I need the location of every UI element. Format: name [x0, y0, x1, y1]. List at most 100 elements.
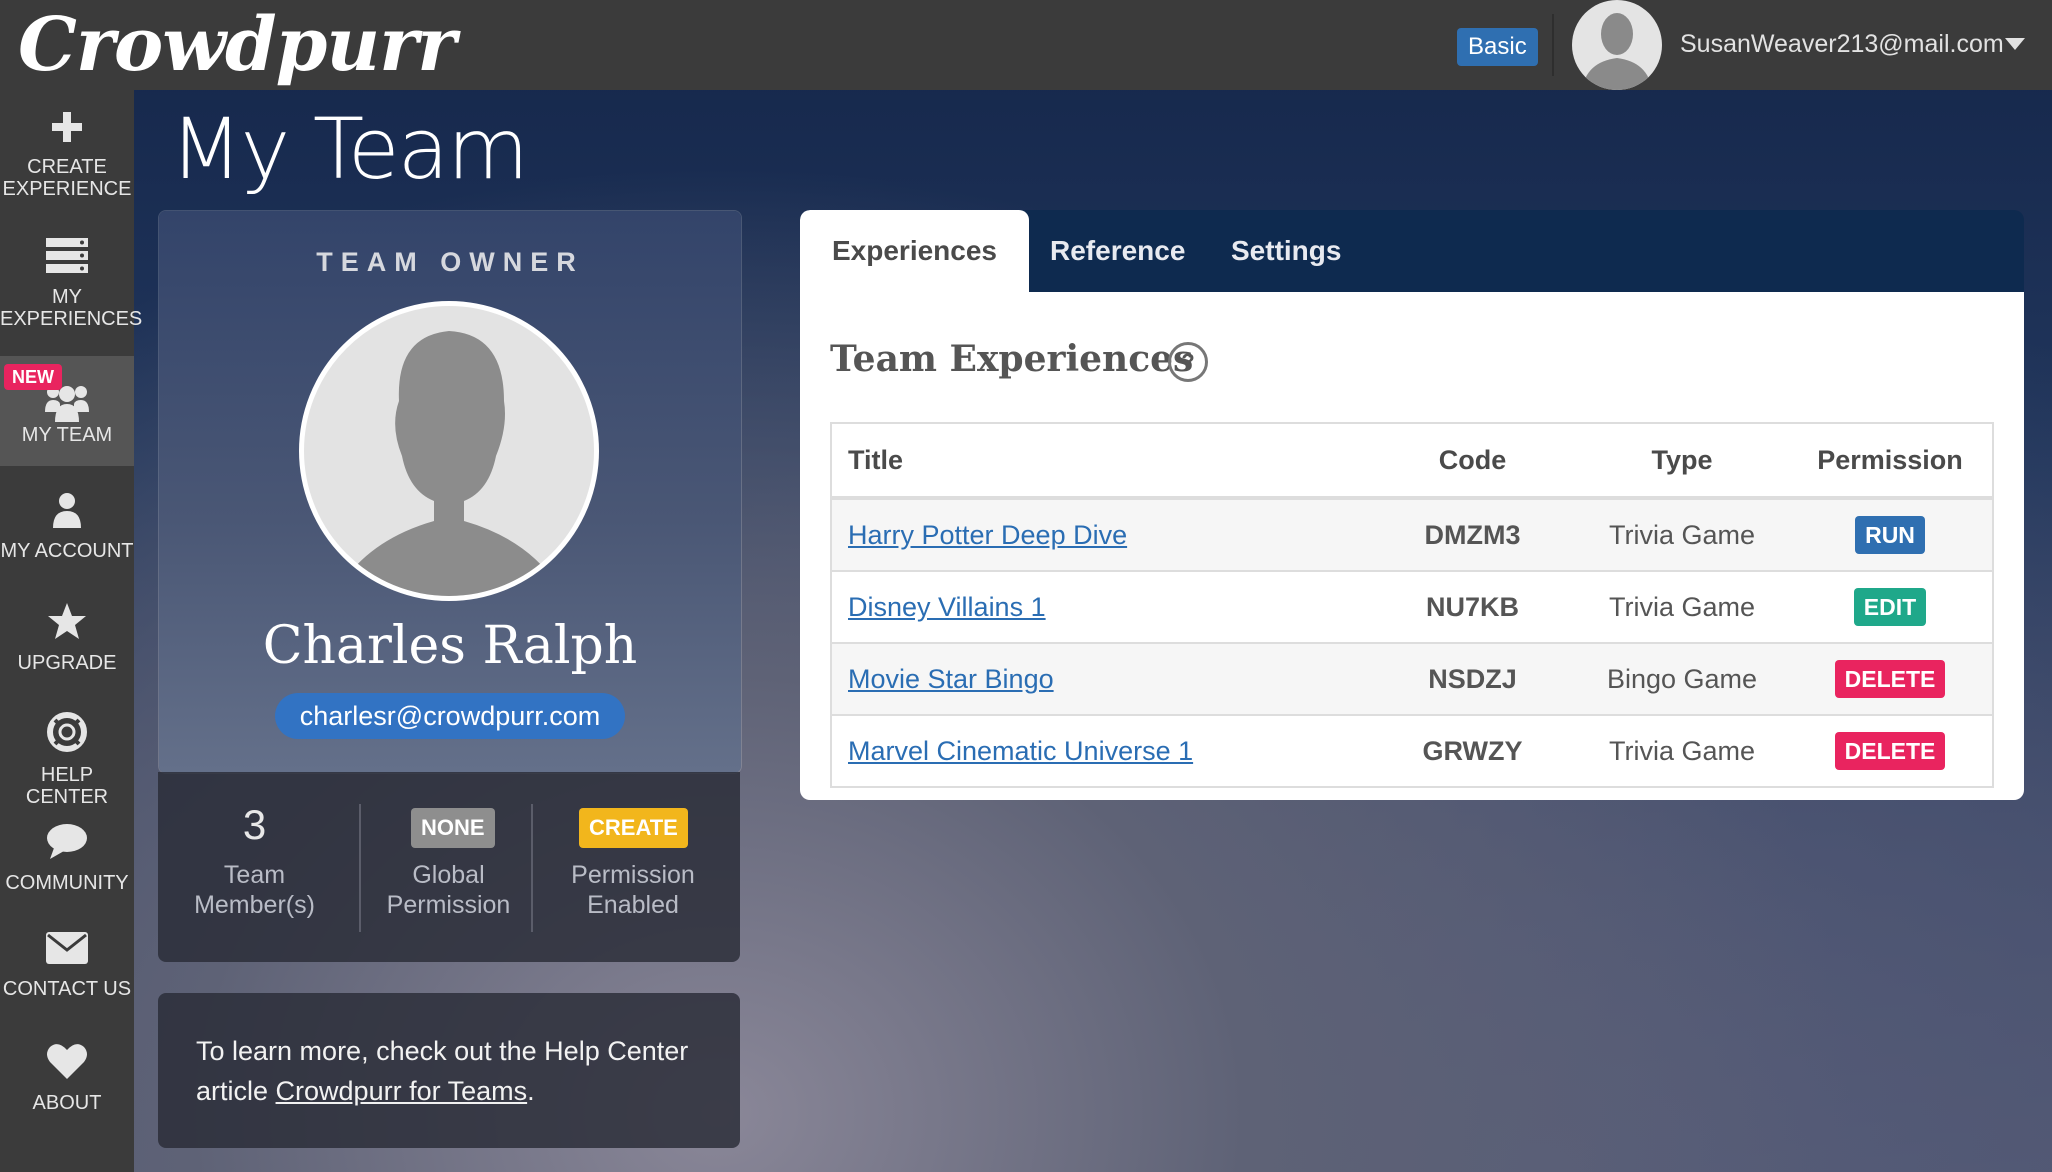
code-cell: NSDZJ — [1369, 642, 1576, 715]
type-cell: Trivia Game — [1576, 570, 1788, 643]
owner-avatar — [299, 301, 599, 601]
sidebar-item-my-team[interactable]: NEW MY TEAM — [0, 356, 134, 466]
stat-label-line: Member(s) — [194, 891, 315, 919]
sidebar-item-label: UPGRADE — [17, 652, 117, 674]
owner-name: Charles Ralph — [262, 616, 638, 676]
code-cell: GRWZY — [1369, 714, 1576, 787]
help-info-box: To learn more, check out the Help Center… — [158, 993, 740, 1148]
sidebar-item-label: MY ACCOUNT — [0, 540, 134, 562]
tab-bar: Experiences Reference Settings — [800, 210, 2024, 292]
sidebar-item-label: MY TEAM — [21, 424, 113, 446]
sidebar-item-label: COMMUNITY — [5, 872, 129, 894]
crowdpurr-for-teams-link[interactable]: Crowdpurr for Teams — [276, 1076, 528, 1106]
stat-label-line: Permission — [571, 861, 695, 889]
stat-label-line: Global — [412, 861, 485, 889]
team-owner-card: TEAM OWNER Charles Ralph charlesr@crowdp… — [158, 210, 742, 774]
experience-title-link[interactable]: Harry Potter Deep Dive — [848, 520, 1127, 550]
team-members-stat: 3 Team Member(s) — [158, 772, 351, 962]
column-header-code: Code — [1369, 423, 1576, 500]
permission-cell: RUN — [1788, 497, 1993, 571]
column-header-permission: Permission — [1788, 423, 1993, 500]
permission-cell: DELETE — [1788, 714, 1993, 787]
table-row: Harry Potter Deep Dive DMZM3 Trivia Game… — [831, 497, 1993, 571]
global-permission-stat: NONE Global Permission — [361, 772, 536, 962]
none-badge: NONE — [411, 808, 495, 848]
experiences-panel: Experiences Reference Settings Team Expe… — [800, 210, 2024, 800]
column-header-title: Title — [831, 423, 1369, 500]
list-icon — [46, 238, 88, 273]
sidebar-item-label: MY — [52, 286, 82, 308]
code-cell: NU7KB — [1369, 570, 1576, 643]
crowdpurr-logo[interactable]: Crowdpurr — [18, 2, 456, 88]
help-text: To learn more, check out the Help Center… — [196, 1031, 716, 1111]
user-icon — [53, 493, 81, 528]
experience-title-link[interactable]: Movie Star Bingo — [848, 664, 1054, 694]
new-badge: NEW — [4, 364, 62, 390]
sidebar-item-about[interactable]: ABOUT — [0, 1042, 134, 1142]
owner-card-header: TEAM OWNER Charles Ralph charlesr@crowdp… — [159, 211, 741, 773]
type-cell: Bingo Game — [1576, 642, 1788, 715]
tab-reference[interactable]: Reference — [1018, 210, 1217, 292]
sidebar-item-label: CREATE — [27, 156, 107, 178]
silhouette-icon — [1582, 13, 1652, 90]
experiences-table: Title Code Type Permission Harry Potter … — [830, 422, 1994, 788]
table-row: Movie Star Bingo NSDZJ Bingo Game DELETE — [831, 642, 1993, 715]
global-permission-label: Global Permission — [361, 860, 536, 920]
team-owner-label: TEAM OWNER — [316, 247, 584, 277]
section-title: Team Experiences — [830, 338, 1194, 380]
heart-icon — [47, 1044, 87, 1079]
sidebar-item-create-experience[interactable]: CREATE EXPERIENCE — [0, 98, 134, 216]
team-members-label: Team Member(s) — [158, 860, 351, 920]
chat-icon — [47, 824, 87, 859]
top-divider — [1552, 14, 1554, 76]
experience-title-link[interactable]: Disney Villains 1 — [848, 592, 1046, 622]
plan-badge[interactable]: Basic — [1457, 28, 1538, 66]
top-bar: Crowdpurr Basic SusanWeaver213@mail.com — [0, 0, 2052, 90]
team-members-count: 3 — [242, 801, 267, 848]
question-icon[interactable]: ? — [1168, 342, 1208, 382]
page-title: My Team — [170, 100, 529, 198]
plus-icon — [52, 112, 82, 142]
create-badge: CREATE — [579, 808, 688, 848]
envelope-icon — [46, 932, 88, 964]
sidebar-item-my-experiences[interactable]: MY EXPERIENCES — [0, 226, 143, 344]
permission-badge-delete: DELETE — [1834, 660, 1946, 698]
table-header-row: Title Code Type Permission — [831, 423, 1993, 500]
sidebar-item-community[interactable]: COMMUNITY — [0, 822, 134, 922]
permission-badge-run: RUN — [1855, 516, 1925, 554]
experience-title-link[interactable]: Marvel Cinematic Universe 1 — [848, 736, 1193, 766]
sidebar: CREATE EXPERIENCE MY EXPERIENCES NEW MY … — [0, 90, 143, 1172]
sidebar-item-contact-us[interactable]: CONTACT US — [0, 932, 134, 1032]
code-cell: DMZM3 — [1369, 497, 1576, 571]
title-cell: Harry Potter Deep Dive — [831, 497, 1369, 571]
chevron-down-icon[interactable] — [2005, 38, 2025, 50]
sidebar-item-label: ABOUT — [32, 1092, 102, 1114]
tab-settings[interactable]: Settings — [1199, 210, 1373, 292]
owner-email-pill[interactable]: charlesr@crowdpurr.com — [275, 693, 625, 739]
sidebar-item-label: CONTACT US — [2, 978, 132, 1000]
sidebar-item-label: EXPERIENCES — [0, 308, 143, 330]
stat-label-line: Permission — [386, 891, 511, 919]
user-avatar[interactable] — [1572, 0, 1662, 90]
title-cell: Marvel Cinematic Universe 1 — [831, 714, 1369, 787]
permission-badge-edit: EDIT — [1853, 588, 1927, 626]
table-row: Marvel Cinematic Universe 1 GRWZY Trivia… — [831, 714, 1993, 787]
stat-label-line: Team — [223, 861, 286, 889]
table-row: Disney Villains 1 NU7KB Trivia Game EDIT — [831, 570, 1993, 643]
sidebar-item-label: EXPERIENCE — [2, 178, 132, 200]
help-text-end: . — [527, 1076, 535, 1106]
permission-badge-delete: DELETE — [1834, 732, 1946, 770]
tab-experiences[interactable]: Experiences — [800, 210, 1029, 292]
star-icon — [48, 603, 86, 639]
type-cell: Trivia Game — [1576, 497, 1788, 571]
create-permission-stat: CREATE Permission Enabled — [533, 772, 733, 962]
sidebar-item-upgrade[interactable]: UPGRADE — [0, 602, 134, 702]
permission-cell: DELETE — [1788, 642, 1993, 715]
user-email[interactable]: SusanWeaver213@mail.com — [1680, 30, 2004, 59]
sidebar-item-help-center[interactable]: HELP CENTER — [0, 712, 134, 812]
sidebar-item-my-account[interactable]: MY ACCOUNT — [0, 492, 134, 592]
title-cell: Movie Star Bingo — [831, 642, 1369, 715]
permission-cell: EDIT — [1788, 570, 1993, 643]
type-cell: Trivia Game — [1576, 714, 1788, 787]
tab-content: Team Experiences ? Title Code Type Permi… — [800, 292, 2024, 800]
